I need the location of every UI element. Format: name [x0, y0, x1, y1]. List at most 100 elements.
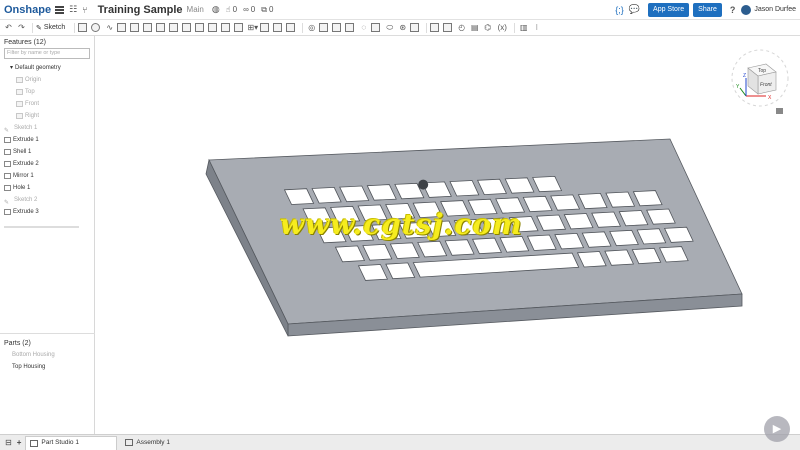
measure-tool-icon[interactable]: [443, 23, 453, 32]
feature-item[interactable]: Hole 1: [0, 182, 94, 194]
axis-z-label: Z: [743, 73, 746, 79]
parts-title[interactable]: Parts (2): [0, 337, 95, 349]
graphics-viewport[interactable]: www.cgtsj.com Top Front X Y Z: [96, 36, 800, 434]
shell-tool-icon[interactable]: [208, 23, 218, 32]
hole-feature: [418, 179, 429, 190]
feature-item-label: Hole 1: [13, 185, 31, 191]
part-item[interactable]: Top Housing: [0, 361, 95, 373]
tab-manager-icon[interactable]: ⊟: [5, 438, 12, 447]
hole-tool-icon[interactable]: [221, 23, 231, 32]
sketch-button[interactable]: ✎ Sketch: [36, 24, 67, 32]
feature-item[interactable]: Mirror 1: [0, 170, 94, 182]
variable-tool-icon[interactable]: ⌬: [482, 23, 493, 32]
feature-item[interactable]: ▾ Default geometry: [0, 62, 94, 74]
toolbar-separator: [426, 22, 428, 33]
feature-item[interactable]: Front: [0, 98, 94, 110]
feature-item[interactable]: Top: [0, 86, 94, 98]
plane-icon: [16, 113, 23, 119]
loft-tool-icon[interactable]: [117, 23, 127, 32]
app-store-button[interactable]: App Store: [648, 2, 690, 17]
extrude-icon: [4, 137, 11, 143]
share-button[interactable]: Share: [693, 2, 722, 17]
feature-item[interactable]: Extrude 3: [0, 206, 94, 218]
onshape-logo[interactable]: Onshape: [4, 4, 51, 16]
delete-part-tool-icon[interactable]: [319, 23, 329, 32]
part-studio-icon: [30, 439, 39, 447]
move-face-tool-icon[interactable]: [345, 23, 355, 32]
rib-tool-icon[interactable]: [195, 23, 205, 32]
part-item[interactable]: Bottom Housing: [0, 349, 95, 361]
pattern-dropdown-icon[interactable]: ⊞▾: [247, 23, 258, 32]
shell-icon: [4, 149, 11, 155]
configurations-tool-icon[interactable]: ▤: [469, 23, 480, 32]
tabs-holder: Part Studio 1 Assembly 1: [21, 435, 176, 450]
extrude-tool-icon[interactable]: [78, 23, 88, 32]
version-history-icon[interactable]: ☷: [69, 4, 77, 15]
links-counter[interactable]: ∞ 0: [243, 5, 255, 14]
viewcube-front-label[interactable]: Front: [760, 82, 772, 88]
feature-filter-input[interactable]: Filter by name or type: [4, 48, 90, 59]
offset-surface-tool-icon[interactable]: [371, 23, 381, 32]
feature-item[interactable]: Extrude 2: [0, 158, 94, 170]
play-icon[interactable]: ▶: [764, 416, 790, 442]
features-title[interactable]: Features (12): [0, 36, 94, 48]
variable-expression-icon[interactable]: (x): [495, 23, 509, 32]
branch-icon[interactable]: ⑂: [82, 5, 87, 15]
user-name: Jason Durfee: [754, 6, 796, 13]
linear-pattern-tool-icon[interactable]: [234, 23, 244, 32]
code-icon[interactable]: {;}: [615, 5, 624, 15]
split-tool-icon[interactable]: [273, 23, 283, 32]
copy-icon: ⧉: [261, 4, 267, 14]
document-title[interactable]: Training Sample: [98, 4, 183, 16]
copies-counter[interactable]: ⧉ 0: [261, 5, 273, 15]
enclose-tool-icon[interactable]: [143, 23, 153, 32]
feature-item-label: Origin: [25, 77, 42, 83]
tab-assembly[interactable]: Assembly 1: [121, 436, 176, 450]
likes-counter[interactable]: ☝ 0: [226, 5, 237, 14]
chamfer-tool-icon[interactable]: [169, 23, 179, 32]
comment-icon[interactable]: 💬: [629, 4, 640, 15]
feature-item[interactable]: Shell 1: [0, 146, 94, 158]
draft-tool-icon[interactable]: [182, 23, 192, 32]
feature-item-label: Sketch 1: [14, 125, 38, 131]
feature-item[interactable]: ✎ Sketch 1: [0, 122, 94, 134]
section-view-tool-icon[interactable]: [430, 23, 440, 32]
menu-icon[interactable]: [55, 5, 65, 14]
toolbar-separator: [514, 22, 516, 33]
mirror-tool-icon[interactable]: ◎: [306, 23, 317, 32]
extrude-icon: [4, 161, 11, 167]
redo-icon[interactable]: ↷: [16, 23, 27, 32]
undo-icon[interactable]: ↶: [3, 23, 14, 32]
plane-tool-icon[interactable]: ⬭: [384, 23, 395, 33]
modify-fillet-tool-icon[interactable]: [332, 23, 342, 32]
sweep-tool-icon[interactable]: ∿: [104, 23, 115, 32]
feature-item-label: Mirror 1: [13, 173, 34, 179]
thicken-tool-icon[interactable]: [130, 23, 140, 32]
viewcube-top-label[interactable]: Top: [758, 68, 766, 74]
tab-part-studio[interactable]: Part Studio 1: [25, 435, 118, 450]
view-options-icon[interactable]: [776, 108, 783, 114]
globe-icon[interactable]: ◍: [212, 4, 220, 15]
feature-item[interactable]: ✎ Sketch 2: [0, 194, 94, 206]
link-icon: ∞: [243, 5, 249, 14]
view-cube[interactable]: Top Front X Y Z: [724, 44, 794, 114]
custom-feature-icon[interactable]: ▥: [518, 23, 529, 32]
revolve-tool-icon[interactable]: [91, 23, 101, 32]
feature-item[interactable]: Extrude 1: [0, 134, 94, 146]
user-menu[interactable]: Jason Durfee: [741, 4, 796, 15]
fillet-tool-icon[interactable]: [156, 23, 166, 32]
boolean-tool-icon[interactable]: [260, 23, 270, 32]
helix-tool-icon[interactable]: [410, 23, 420, 32]
mass-properties-tool-icon[interactable]: ◴: [456, 23, 467, 32]
replace-face-tool-icon[interactable]: ◌: [358, 23, 369, 32]
feature-item-label: Extrude 1: [13, 137, 39, 143]
panel-resize-handle[interactable]: [4, 226, 79, 228]
thumbs-up-icon: ☝: [225, 5, 231, 14]
transform-tool-icon[interactable]: [286, 23, 296, 32]
help-button[interactable]: ?: [730, 5, 736, 15]
more-tools-icon[interactable]: ⁝: [531, 23, 542, 32]
onshape-app: Onshape ☷ ⑂ Training Sample Main ◍ ☝ 0 ∞ 0…: [0, 0, 800, 450]
mate-connector-tool-icon[interactable]: ⊛: [397, 23, 408, 32]
feature-item[interactable]: Origin: [0, 74, 94, 86]
feature-item[interactable]: Right: [0, 110, 94, 122]
